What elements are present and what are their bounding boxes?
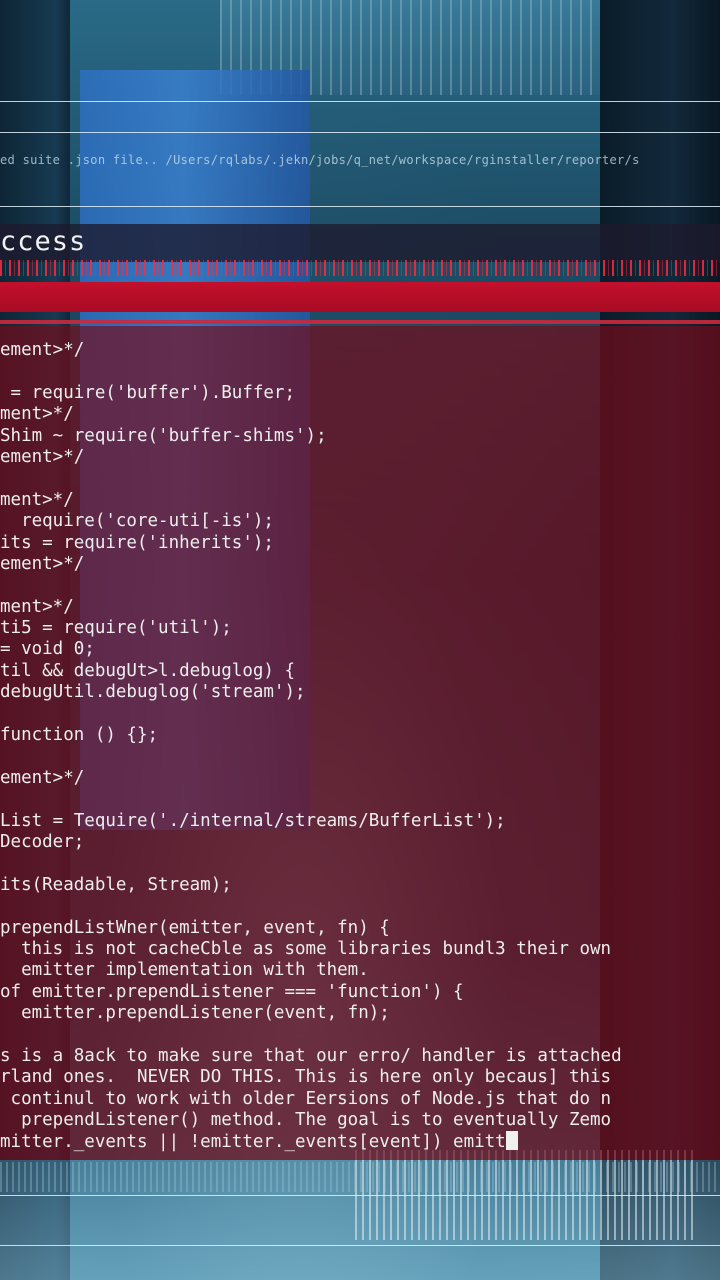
code-line-text: emitter implementation with them.	[0, 960, 369, 981]
code-line: = void 0;	[0, 639, 720, 660]
code-line-text: debugUtil.debuglog('stream');	[0, 682, 306, 703]
code-line: mitter._events || !emitter._events[event…	[0, 1131, 720, 1152]
code-line-text: this is not cacheCble as some libraries …	[0, 938, 612, 959]
divider-line	[0, 206, 720, 207]
code-line: require('core-uti[-is');	[0, 511, 720, 532]
path-readout: ed suite .json file.. /Users/rqlabs/.jek…	[0, 153, 640, 167]
code-line-text: ement>*/	[0, 553, 85, 574]
code-line-text: continul to work with older Eersions of …	[0, 1088, 612, 1109]
code-line: til && debugUt>l.debuglog) {	[0, 661, 720, 682]
red-status-bar	[0, 282, 720, 312]
code-line-text: List = Tequire('./internal/streams/Buffe…	[0, 810, 506, 831]
code-line: prependListWner(emitter, event, fn) {	[0, 918, 720, 939]
title-band	[0, 224, 720, 262]
code-line: debugUtil.debuglog('stream');	[0, 682, 720, 703]
code-line-text: rland ones. NEVER DO THIS. This is here …	[0, 1067, 612, 1088]
code-line-text: of emitter.prependListener === 'function…	[0, 981, 464, 1002]
code-line-text: = void 0;	[0, 639, 95, 660]
code-line: ment>*/	[0, 490, 720, 511]
divider-line	[0, 1195, 720, 1196]
code-line: prependListener() method. The goal is to…	[0, 1110, 720, 1131]
code-line-text: emitter.prependListener(event, fn);	[0, 1003, 390, 1024]
code-line: continul to work with older Eersions of …	[0, 1089, 720, 1110]
code-line: List = Tequire('./internal/streams/Buffe…	[0, 811, 720, 832]
access-title: ccess	[0, 226, 87, 257]
code-line-text: function () {};	[0, 725, 159, 746]
divider-line	[0, 132, 720, 133]
code-line-text: its(Readable, Stream);	[0, 874, 232, 895]
code-line-text: prependListWner(emitter, event, fn) {	[0, 917, 390, 938]
bottom-tick-strip	[0, 1162, 720, 1192]
code-line: s is a 8ack to make sure that our erro/ …	[0, 1046, 720, 1067]
code-line-text: prependListener() method. The goal is to…	[0, 1110, 612, 1131]
code-line: emitter implementation with them.	[0, 960, 720, 981]
code-line: Shim ~ require('buffer-shims');	[0, 426, 720, 447]
code-line: ement>*/	[0, 340, 720, 361]
text-cursor	[505, 1131, 518, 1151]
red-divider	[0, 320, 720, 324]
code-line: ment>*/	[0, 597, 720, 618]
code-line-text: ti5 = require('util');	[0, 618, 232, 639]
code-line-text: Decoder;	[0, 831, 85, 852]
code-line-text: ement>*/	[0, 340, 85, 360]
divider-line	[0, 1245, 720, 1246]
code-line: of emitter.prependListener === 'function…	[0, 982, 720, 1003]
code-line-text: its = require('inherits');	[0, 532, 274, 553]
code-line-text: = require('buffer').Buffer;	[0, 382, 296, 403]
signal-tick-strip	[0, 260, 720, 276]
code-line-text: s is a 8ack to make sure that our erro/ …	[0, 1045, 622, 1066]
code-line-text: ement>*/	[0, 767, 85, 788]
code-line: Decoder;	[0, 832, 720, 853]
code-line: rland ones. NEVER DO THIS. This is here …	[0, 1067, 720, 1088]
code-line-text: til && debugUt>l.debuglog) {	[0, 660, 296, 681]
code-line-text: Shim ~ require('buffer-shims');	[0, 425, 327, 446]
code-line-text: ment>*/	[0, 404, 74, 425]
code-line: its = require('inherits');	[0, 533, 720, 554]
code-line: ment>*/	[0, 404, 720, 425]
code-line-text: ement>*/	[0, 446, 85, 467]
code-line: ement>*/	[0, 447, 720, 468]
code-line: ement>*/	[0, 768, 720, 789]
code-line: this is not cacheCble as some libraries …	[0, 939, 720, 960]
code-line-text: mitter._events || !emitter._events[event…	[0, 1132, 506, 1153]
code-line-text: ment>*/	[0, 489, 74, 510]
code-line: ti5 = require('util');	[0, 618, 720, 639]
code-line: = require('buffer').Buffer;	[0, 383, 720, 404]
code-line: its(Readable, Stream);	[0, 875, 720, 896]
code-line: ement>*/	[0, 554, 720, 575]
code-listing: ement>*/ = require('buffer').Buffer; ment…	[0, 340, 720, 1155]
code-line-text: ment>*/	[0, 596, 74, 617]
code-line: emitter.prependListener(event, fn);	[0, 1003, 720, 1024]
divider-line	[0, 101, 720, 102]
code-line: function () {};	[0, 725, 720, 746]
code-line-text: require('core-uti[-is');	[0, 511, 274, 532]
